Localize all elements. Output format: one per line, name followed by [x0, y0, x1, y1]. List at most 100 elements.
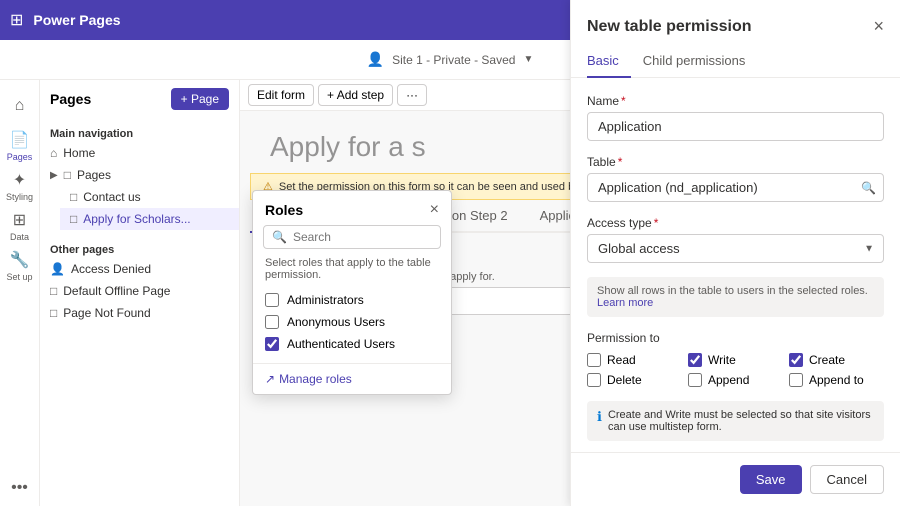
- add-step-button[interactable]: + Add step: [318, 84, 393, 106]
- sidebar-item-offline[interactable]: □ Default Offline Page: [40, 280, 239, 302]
- warning-box: ℹ Create and Write must be selected so t…: [587, 401, 884, 441]
- read-checkbox[interactable]: [587, 353, 601, 367]
- info-icon: ℹ: [597, 409, 602, 425]
- sidebar-item-pages-label: Pages: [77, 168, 111, 182]
- roles-item-anonymous[interactable]: Anonymous Users: [265, 311, 439, 333]
- nav-setup[interactable]: 🔧 Set up: [2, 248, 38, 284]
- append-to-checkbox[interactable]: [789, 373, 803, 387]
- sidebar-subsection: □ Contact us □ Apply for Scholars... •••: [40, 186, 239, 230]
- roles-footer: ↗ Manage roles: [253, 363, 451, 394]
- delete-label: Delete: [607, 373, 642, 387]
- sidebar-item-offline-label: Default Offline Page: [63, 284, 170, 298]
- more-options-button[interactable]: ···: [397, 84, 427, 106]
- add-page-button[interactable]: + Page: [171, 88, 229, 110]
- sidebar-item-home[interactable]: ⌂ Home: [40, 142, 239, 164]
- anonymous-checkbox[interactable]: [265, 315, 279, 329]
- permission-append-to[interactable]: Append to: [789, 373, 884, 387]
- sidebar-item-contact[interactable]: □ Contact us: [60, 186, 239, 208]
- roles-popup-header: Roles ×: [253, 191, 451, 225]
- name-input[interactable]: [587, 112, 884, 141]
- sidebar-item-not-found-label: Page Not Found: [63, 306, 150, 320]
- permission-write[interactable]: Write: [688, 353, 783, 367]
- table-label: Table *: [587, 155, 884, 169]
- permission-read[interactable]: Read: [587, 353, 682, 367]
- sidebar-item-home-label: Home: [63, 146, 95, 160]
- roles-description: Select roles that apply to the table per…: [253, 257, 451, 289]
- search-icon: 🔍: [272, 230, 287, 244]
- append-label: Append: [708, 373, 749, 387]
- main-nav-label: Main navigation: [40, 122, 239, 142]
- roles-search-box[interactable]: 🔍: [263, 225, 441, 249]
- permission-to-label: Permission to: [587, 331, 884, 345]
- page-icon: □: [64, 168, 71, 182]
- app-title: Power Pages: [33, 12, 357, 28]
- access-type-select-wrapper: Global access: [587, 234, 884, 263]
- close-icon[interactable]: ×: [430, 201, 439, 219]
- learn-more-link[interactable]: Learn more: [597, 297, 653, 309]
- roles-item-authenticated[interactable]: Authenticated Users: [265, 333, 439, 355]
- home-icon: ⌂: [50, 146, 57, 160]
- chevron-right-icon: ▶: [50, 170, 58, 181]
- anonymous-label: Anonymous Users: [287, 315, 385, 329]
- access-type-group: Access type * Global access: [587, 216, 884, 263]
- sidebar-item-not-found[interactable]: □ Page Not Found: [40, 302, 239, 324]
- sidebar-item-pages[interactable]: ▶ □ Pages: [40, 164, 239, 186]
- sidebar-item-access-denied-label: Access Denied: [71, 262, 151, 276]
- create-label: Create: [809, 353, 845, 367]
- info-text: Show all rows in the table to users in t…: [597, 285, 868, 297]
- roles-popup-title: Roles: [265, 202, 303, 218]
- page-icon: □: [50, 306, 57, 320]
- name-label: Name *: [587, 94, 884, 108]
- table-group: Table *: [587, 155, 884, 202]
- warning-text: Create and Write must be selected so tha…: [608, 409, 874, 433]
- access-type-select[interactable]: Global access: [587, 234, 884, 263]
- write-checkbox[interactable]: [688, 353, 702, 367]
- roles-item-administrators[interactable]: Administrators: [265, 289, 439, 311]
- more-icon: •••: [11, 479, 28, 497]
- nav-styling[interactable]: ✦ Styling: [2, 168, 38, 204]
- sidebar-item-apply-label: Apply for Scholars...: [83, 212, 190, 226]
- main-navigation-section: Main navigation ⌂ Home ▶ □ Pages □ Conta…: [40, 118, 239, 234]
- manage-roles-label: Manage roles: [279, 372, 352, 386]
- info-box: Show all rows in the table to users in t…: [587, 277, 884, 317]
- page-icon: □: [70, 212, 77, 226]
- edit-form-button[interactable]: Edit form: [248, 84, 314, 106]
- permission-grid: Read Write Create Delete: [587, 353, 884, 387]
- chevron-down-icon[interactable]: ▼: [523, 54, 533, 65]
- permission-create[interactable]: Create: [789, 353, 884, 367]
- administrators-checkbox[interactable]: [265, 293, 279, 307]
- pages-icon: 📄: [10, 130, 30, 150]
- table-select-wrapper: [587, 173, 884, 202]
- authenticated-checkbox[interactable]: [265, 337, 279, 351]
- right-panel-footer: Save Cancel: [571, 452, 900, 506]
- nav-data-label: Data: [10, 232, 29, 242]
- roles-list: Administrators Anonymous Users Authentic…: [253, 289, 451, 355]
- append-checkbox[interactable]: [688, 373, 702, 387]
- sidebar: Pages + Page Main navigation ⌂ Home ▶ □ …: [40, 80, 240, 506]
- sidebar-item-apply[interactable]: □ Apply for Scholars... •••: [60, 208, 239, 230]
- nav-setup-label: Set up: [6, 272, 32, 282]
- authenticated-label: Authenticated Users: [287, 337, 395, 351]
- sidebar-header: Pages + Page: [40, 80, 239, 118]
- roles-search-input[interactable]: [293, 230, 432, 244]
- nav-pages[interactable]: 📄 Pages: [2, 128, 38, 164]
- save-button[interactable]: Save: [740, 465, 802, 494]
- sidebar-item-access-denied[interactable]: 👤 Access Denied: [40, 258, 239, 280]
- create-checkbox[interactable]: [789, 353, 803, 367]
- data-icon: ⊞: [13, 210, 26, 230]
- nav-home[interactable]: ⌂: [2, 88, 38, 124]
- nav-more[interactable]: •••: [2, 470, 38, 506]
- permission-append[interactable]: Append: [688, 373, 783, 387]
- delete-checkbox[interactable]: [587, 373, 601, 387]
- sidebar-item-contact-label: Contact us: [83, 190, 140, 204]
- site-info: Site 1 - Private - Saved: [392, 53, 515, 67]
- page-icon: □: [70, 190, 77, 204]
- administrators-label: Administrators: [287, 293, 364, 307]
- name-group: Name *: [587, 94, 884, 141]
- manage-roles-link[interactable]: ↗ Manage roles: [265, 372, 439, 386]
- permission-delete[interactable]: Delete: [587, 373, 682, 387]
- nav-data[interactable]: ⊞ Data: [2, 208, 38, 244]
- grid-icon[interactable]: ⊞: [10, 10, 23, 30]
- cancel-button[interactable]: Cancel: [810, 465, 884, 494]
- table-input[interactable]: [587, 173, 884, 202]
